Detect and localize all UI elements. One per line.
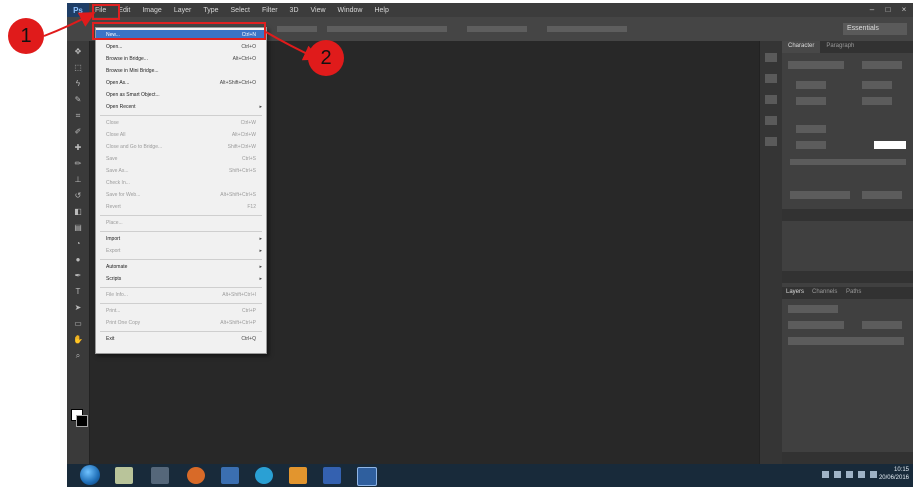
annotation-arrows — [43, 12, 320, 61]
annotation-marker-2: 2 — [308, 40, 344, 76]
annotation-marker-1: 1 — [8, 18, 44, 54]
